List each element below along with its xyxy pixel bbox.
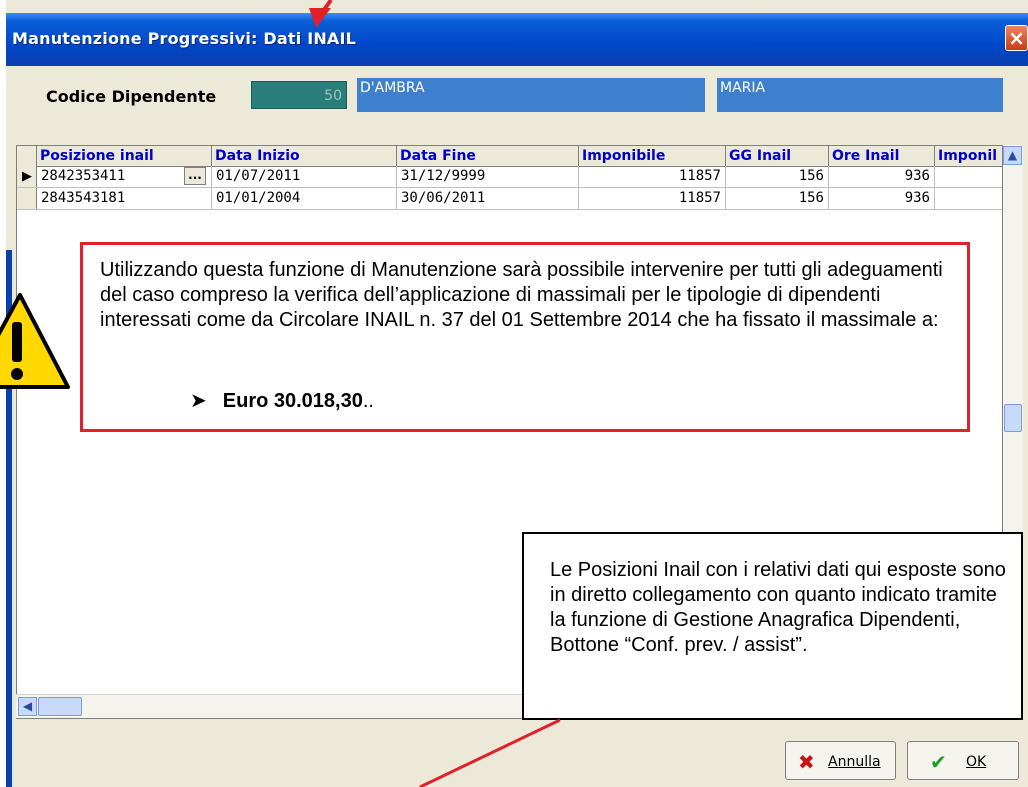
col-gg-inail[interactable]: GG Inail xyxy=(726,146,829,166)
ok-button[interactable]: ✔ OK xyxy=(907,741,1019,780)
codice-dipendente-label: Codice Dipendente xyxy=(46,87,217,106)
grid-header: Posizione inail Data Inizio Data Fine Im… xyxy=(17,146,1002,167)
cell-posizione[interactable]: 2843543181 xyxy=(37,188,212,209)
cell-ore-inail[interactable]: 936 xyxy=(829,188,935,209)
scroll-left-icon[interactable]: ◀ xyxy=(18,697,37,716)
col-imponibile-2[interactable]: Imponil xyxy=(935,146,1002,166)
surname-field: D'AMBRA xyxy=(357,78,705,112)
name-field: MARIA xyxy=(717,78,1003,112)
table-row[interactable]: ▶ 2842353411 ... 01/07/2011 31/12/9999 1… xyxy=(17,166,1002,188)
ok-label: OK xyxy=(966,754,987,770)
col-imponibile[interactable]: Imponibile xyxy=(579,146,726,166)
col-ore-inail[interactable]: Ore Inail xyxy=(829,146,935,166)
cell-data-fine[interactable]: 31/12/9999 xyxy=(397,166,579,187)
cell-gg-inail[interactable]: 156 xyxy=(726,188,829,209)
window-title: Manutenzione Progressivi: Dati INAIL xyxy=(12,29,357,48)
ellipsis-button[interactable]: ... xyxy=(184,167,206,185)
cell-imponibile-2[interactable] xyxy=(935,166,1002,187)
col-data-fine[interactable]: Data Fine xyxy=(397,146,579,166)
codice-dipendente-field[interactable]: 50 xyxy=(251,81,347,109)
cell-ore-inail[interactable]: 936 xyxy=(829,166,935,187)
annulla-button[interactable]: ✖ Annulla xyxy=(785,741,896,780)
row-indicator xyxy=(17,188,37,209)
table-row[interactable]: 2843543181 01/01/2004 30/06/2011 11857 1… xyxy=(17,188,1002,210)
row-indicator-header xyxy=(17,146,37,166)
massimale-bullet: ➤ Euro 30.018,30.. xyxy=(190,388,374,413)
note-callout-text: Le Posizioni Inail con i relativi dati q… xyxy=(550,559,1006,656)
cell-data-fine[interactable]: 30/06/2011 xyxy=(397,188,579,209)
cell-data-inizio[interactable]: 01/01/2004 xyxy=(212,188,397,209)
annulla-label: Annulla xyxy=(828,754,881,770)
massimale-value: Euro 30.018,30 xyxy=(222,390,363,412)
warning-icon xyxy=(0,293,70,389)
bullet-arrow-icon: ➤ xyxy=(190,390,207,412)
close-button[interactable]: × xyxy=(1005,25,1028,51)
info-callout-text: Utilizzando questa funzione di Manutenzi… xyxy=(100,259,943,331)
scroll-up-icon[interactable]: ▲ xyxy=(1003,146,1022,165)
cell-data-inizio[interactable]: 01/07/2011 xyxy=(212,166,397,187)
vertical-scroll-thumb[interactable] xyxy=(1004,404,1022,432)
col-posizione-inail[interactable]: Posizione inail xyxy=(37,146,212,166)
cell-imponibile[interactable]: 11857 xyxy=(579,166,726,187)
col-data-inizio[interactable]: Data Inizio xyxy=(212,146,397,166)
checkmark-icon: ✔ xyxy=(930,750,947,774)
horizontal-scroll-thumb[interactable] xyxy=(38,697,82,716)
cell-gg-inail[interactable]: 156 xyxy=(726,166,829,187)
cell-imponibile-2[interactable] xyxy=(935,188,1002,209)
cancel-x-icon: ✖ xyxy=(798,750,815,774)
massimale-suffix: .. xyxy=(362,390,374,412)
cell-imponibile[interactable]: 11857 xyxy=(579,188,726,209)
current-row-indicator: ▶ xyxy=(17,166,37,187)
